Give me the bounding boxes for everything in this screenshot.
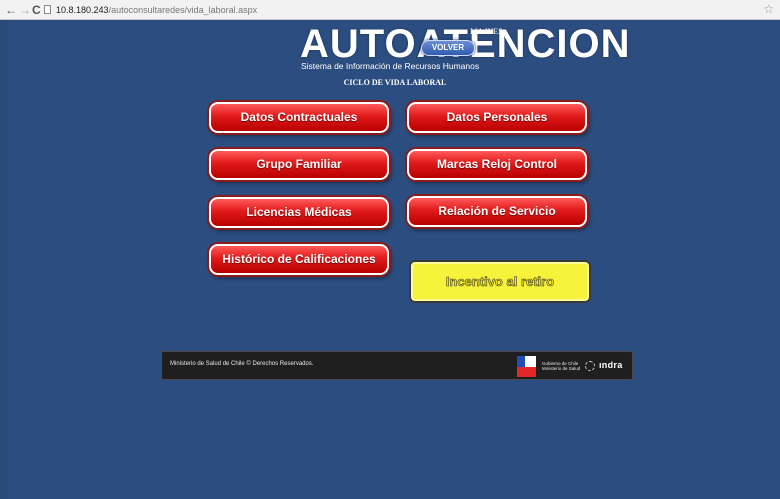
user-name: LIA INES [470,27,503,36]
url-path: /autoconsultaredes/vida_laboral.aspx [108,5,258,15]
logo-subtitle: Sistema de Información de Recursos Human… [301,61,480,71]
gobierno-label: Gobierno de Chile Ministerio de Salud [542,361,580,371]
footer-copyright: Ministerio de Salud de Chile © Derechos … [170,361,314,367]
licencias-medicas-button[interactable]: Licencias Médicas [209,197,389,228]
indra-logo-text: ındra [599,360,623,370]
url-host: 10.8.180.243 [56,5,109,15]
marcas-reloj-control-button[interactable]: Marcas Reloj Control [407,149,587,180]
gobierno-chile-logo [517,356,536,377]
datos-personales-button[interactable]: Datos Personales [407,102,587,133]
page-icon [44,5,51,14]
grupo-familiar-button[interactable]: Grupo Familiar [209,149,389,180]
incentivo-al-retiro-button[interactable]: Incentivo al retiro [409,260,591,303]
bookmark-star-icon[interactable]: ☆ [763,2,774,16]
page-title-text: CICLO DE VIDA LABORAL [343,78,447,87]
page-title: CICLO DE VIDA LABORAL [0,78,780,87]
forward-arrow-icon[interactable]: → [19,2,31,18]
historico-calificaciones-button[interactable]: Histórico de Calificaciones [209,244,389,275]
volver-button[interactable]: VOLVER [421,40,475,56]
address-bar[interactable]: 10.8.180.243/autoconsultaredes/vida_labo… [56,3,257,17]
footer: Ministerio de Salud de Chile © Derechos … [161,351,633,380]
back-arrow-icon[interactable]: ← [5,2,17,18]
gobierno-line2: Ministerio de Salud [542,366,581,371]
browser-toolbar: ← → C 10.8.180.243/autoconsultaredes/vid… [0,0,780,20]
relacion-de-servicio-button[interactable]: Relación de Servicio [407,196,587,227]
indra-logo-icon [585,361,595,371]
left-edge [0,20,8,499]
datos-contractuales-button[interactable]: Datos Contractuales [209,102,389,133]
reload-icon[interactable]: C [32,2,41,18]
